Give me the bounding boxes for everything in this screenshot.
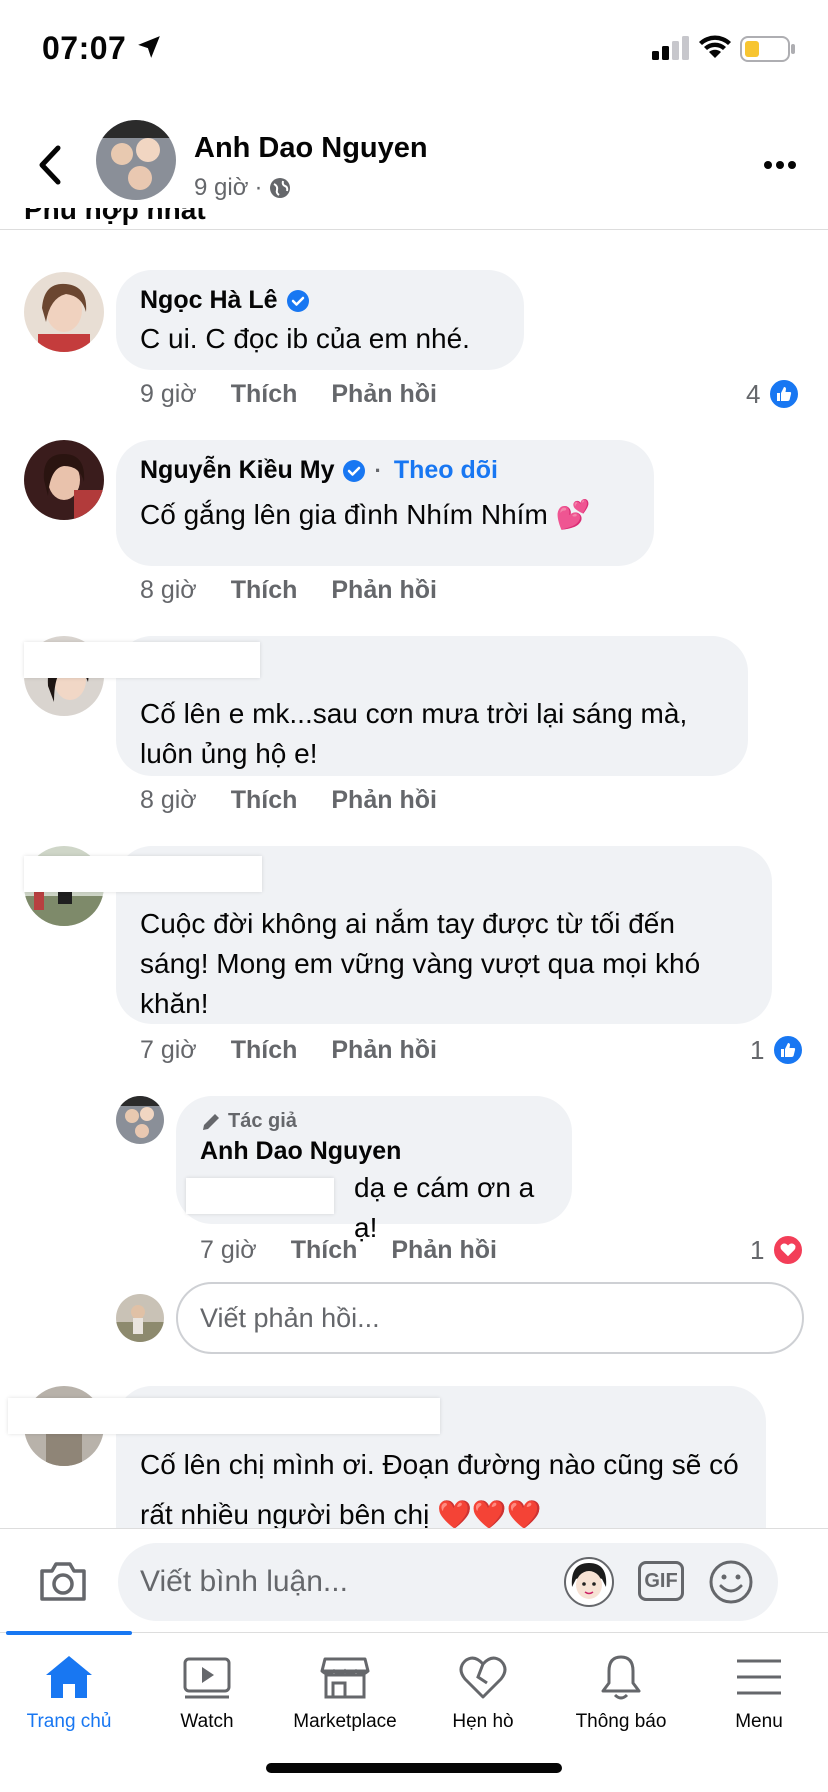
author-avatar[interactable] — [96, 120, 176, 200]
comment-text: Cố lên chị mình ơi. Đoạn đường nào cũng … — [140, 1449, 739, 1530]
cellular-signal-icon — [652, 36, 689, 60]
post-time: 9 giờ — [194, 174, 249, 201]
nav-menu[interactable]: Menu — [690, 1653, 828, 1733]
reply-button[interactable]: Phản hồi — [331, 1036, 437, 1065]
comment-text: C ui. C đọc ib của em nhé. — [140, 323, 470, 354]
comment-text: Cố lên e mk...sau cơn mưa trời lại sáng … — [140, 698, 688, 769]
comment-composer: Viết bình luận... GIF — [0, 1528, 828, 1632]
comment-time: 8 giờ — [140, 576, 197, 604]
camera-icon[interactable] — [38, 1559, 88, 1603]
reaction-summary[interactable]: 1 — [750, 1034, 805, 1066]
nav-label: Hẹn hò — [452, 1711, 514, 1732]
verified-badge-icon — [343, 459, 366, 482]
post-meta: 9 giờ · — [194, 174, 292, 202]
commenter-name[interactable]: Ngọc Hà Lê — [140, 286, 278, 315]
avatar-sticker-icon[interactable] — [564, 1557, 614, 1607]
section-title: Phù hợp nhất — [24, 208, 206, 225]
comment-input[interactable]: Viết bình luận... GIF — [118, 1543, 778, 1621]
nav-label: Marketplace — [293, 1711, 397, 1732]
like-button[interactable]: Thích — [291, 1236, 358, 1265]
reply-button[interactable]: Phản hồi — [331, 786, 437, 815]
like-button[interactable]: Thích — [231, 786, 298, 815]
reaction-count: 1 — [750, 1234, 765, 1265]
reply-actions: 7 giờ Thích Phản hồi — [200, 1236, 531, 1265]
pencil-icon — [203, 1113, 219, 1130]
status-bar: 07:07 — [0, 0, 828, 100]
nav-dating[interactable]: Hẹn hò — [414, 1653, 552, 1733]
reply-button[interactable]: Phản hồi — [331, 380, 437, 409]
bottom-nav: Trang chủ Watch Marketplace Hẹn hò Thông… — [0, 1631, 828, 1792]
watch-icon — [183, 1657, 231, 1699]
more-options-icon[interactable] — [760, 150, 800, 180]
nav-watch[interactable]: Watch — [138, 1653, 276, 1733]
comment-actions: 8 giờ Thích Phản hồi — [140, 786, 471, 815]
comment-actions: 7 giờ Thích Phản hồi — [140, 1036, 471, 1065]
love-reaction-icon — [772, 1234, 805, 1266]
bell-icon — [601, 1655, 641, 1700]
home-icon — [46, 1656, 92, 1698]
reply-author-avatar[interactable] — [116, 1096, 164, 1144]
comment-text: Cuộc đời không ai nắm tay được từ tối đế… — [140, 908, 701, 1019]
redaction-box — [8, 1398, 440, 1434]
comment-time: 8 giờ — [140, 786, 197, 814]
like-button[interactable]: Thích — [231, 1036, 298, 1065]
comment-actions: 9 giờ Thích Phản hồi — [140, 380, 471, 409]
nav-label: Menu — [735, 1711, 783, 1732]
follow-link[interactable]: Theo dõi — [394, 456, 498, 485]
nav-label: Thông báo — [575, 1711, 667, 1732]
post-author-name[interactable]: Anh Dao Nguyen — [194, 132, 428, 165]
reply-input[interactable]: Viết phản hồi... — [176, 1282, 804, 1354]
reaction-count: 1 — [750, 1034, 765, 1065]
reaction-summary[interactable]: 1 — [750, 1234, 805, 1266]
nav-notifications[interactable]: Thông báo — [552, 1653, 690, 1733]
home-indicator — [266, 1763, 562, 1773]
menu-icon — [737, 1659, 781, 1695]
globe-icon — [270, 178, 291, 198]
commenter-avatar[interactable] — [24, 440, 104, 520]
back-arrow-icon[interactable] — [30, 140, 70, 190]
nav-label: Trang chủ — [26, 1711, 112, 1732]
commenter-name[interactable]: Nguyễn Kiều My — [140, 456, 334, 485]
reply-button[interactable]: Phản hồi — [391, 1236, 497, 1265]
marketplace-icon — [320, 1657, 370, 1699]
reaction-count: 4 — [746, 378, 761, 409]
commenter-avatar[interactable] — [24, 272, 104, 352]
redaction-box — [24, 856, 262, 892]
current-user-avatar — [116, 1294, 164, 1342]
like-reaction-icon — [768, 378, 801, 410]
author-tag: Tác giả — [228, 1110, 297, 1132]
comment-time: 7 giờ — [140, 1036, 197, 1064]
active-tab-indicator — [6, 1631, 132, 1635]
comment-input-placeholder: Viết bình luận... — [140, 1565, 348, 1598]
meta-separator: · — [374, 457, 382, 483]
like-button[interactable]: Thích — [231, 380, 298, 409]
redaction-box — [186, 1178, 334, 1214]
wifi-icon — [699, 35, 731, 58]
nav-home[interactable]: Trang chủ — [0, 1653, 138, 1733]
like-button[interactable]: Thích — [231, 576, 298, 605]
comment-text: Cố gắng lên gia đình Nhím Nhím 💕 — [140, 499, 591, 530]
reply-input-placeholder: Viết phản hồi... — [200, 1302, 380, 1333]
redaction-box — [24, 642, 260, 678]
comment-time: 9 giờ — [140, 380, 197, 408]
reply-time: 7 giờ — [200, 1236, 257, 1264]
like-reaction-icon — [772, 1034, 805, 1066]
comment-bubble: Ngọc Hà Lê C ui. C đọc ib của em nhé. — [116, 270, 524, 370]
meta-separator: · — [254, 174, 263, 201]
emoji-icon[interactable] — [708, 1559, 754, 1605]
nav-marketplace[interactable]: Marketplace — [276, 1653, 414, 1733]
comment-actions: 8 giờ Thích Phản hồi — [140, 576, 471, 605]
dating-heart-icon — [459, 1656, 507, 1699]
status-time: 07:07 — [42, 30, 127, 66]
gif-button[interactable]: GIF — [638, 1561, 684, 1601]
nav-label: Watch — [180, 1711, 234, 1732]
reaction-summary[interactable]: 4 — [746, 378, 801, 410]
reply-button[interactable]: Phản hồi — [331, 576, 437, 605]
verified-badge-icon — [286, 289, 309, 312]
reply-author-name[interactable]: Anh Dao Nguyen — [200, 1137, 401, 1166]
battery-icon — [740, 36, 795, 62]
comment-bubble: Nguyễn Kiều My · Theo dõi Cố gắng lên gi… — [116, 440, 654, 566]
location-arrow-icon — [138, 36, 160, 58]
